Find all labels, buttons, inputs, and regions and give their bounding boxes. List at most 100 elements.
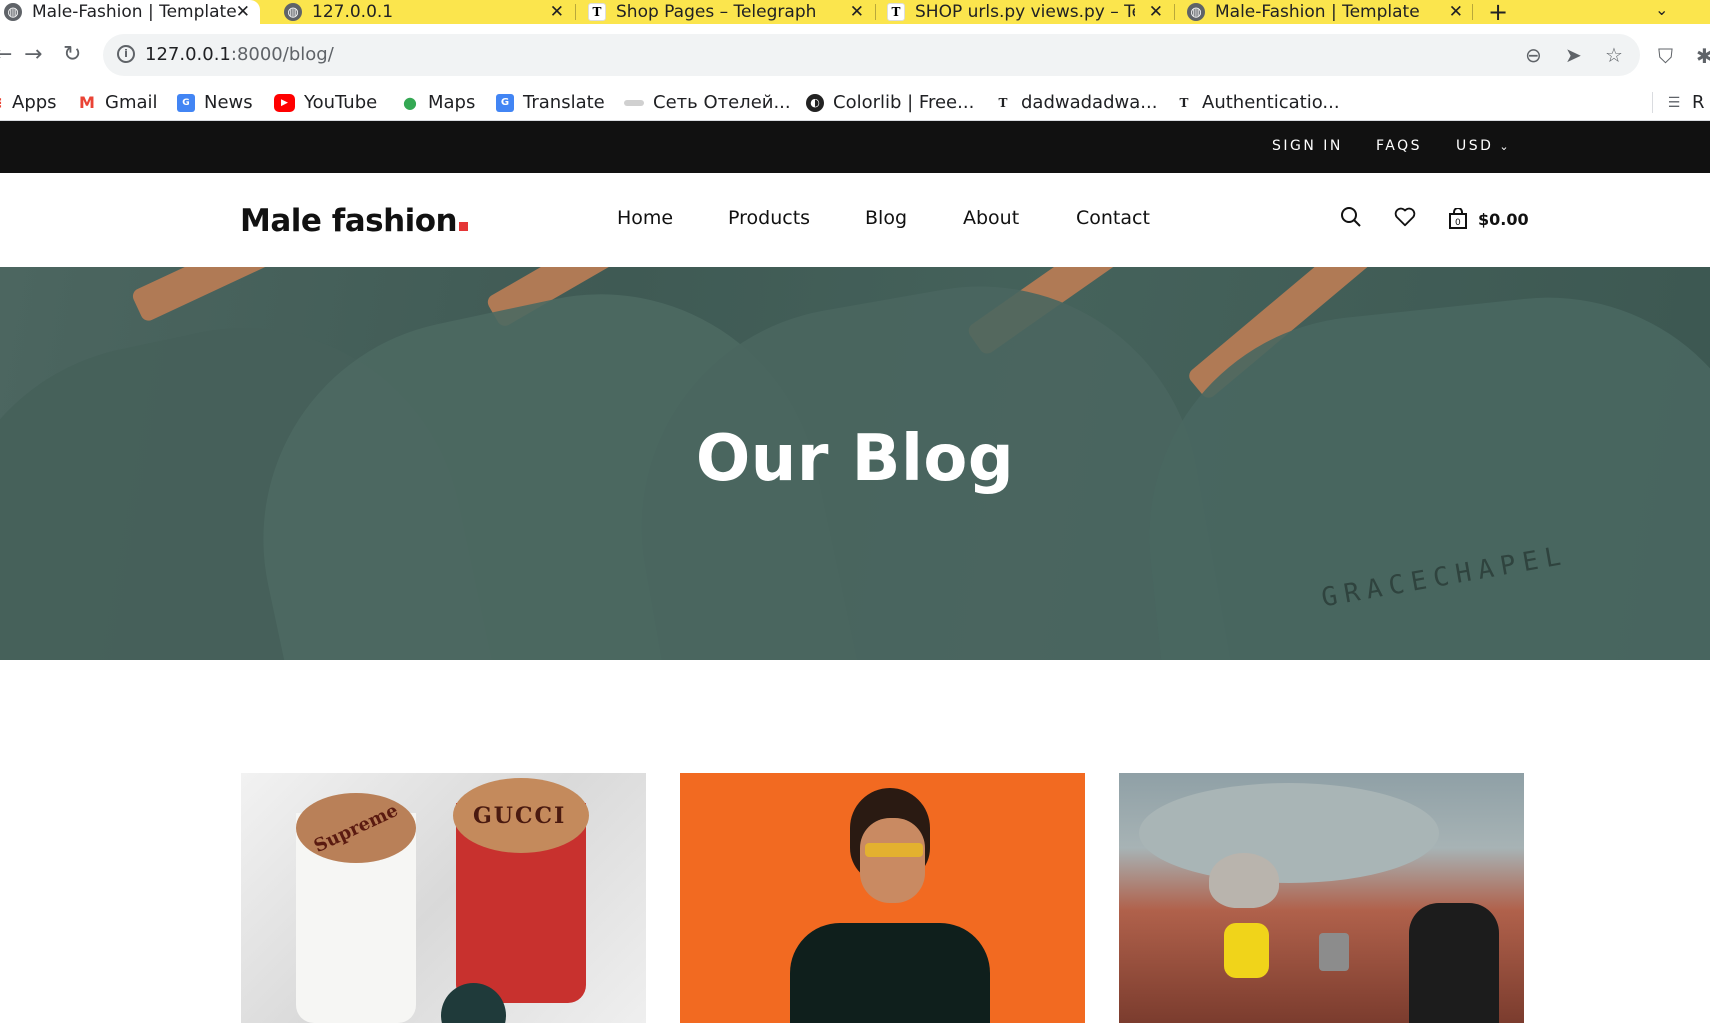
tab-title: Male-Fashion | Template [1215,2,1420,22]
send-icon[interactable]: ➤ [1565,43,1582,67]
bookmark-gmail[interactable]: M Gmail [78,92,158,113]
blog-card-image[interactable] [1119,773,1524,1023]
cart-count: 0 [1455,218,1461,228]
back-icon[interactable]: ← [0,42,12,67]
hanger-shape [130,267,290,324]
bookmark-label: Gmail [105,92,158,113]
info-icon[interactable]: i [117,45,135,63]
reading-list-icon: ☰ [1667,94,1681,111]
bookmark-dadwada[interactable]: T dadwadadwa... [994,92,1158,113]
menu-item-about[interactable]: About [963,207,1019,229]
currency-label: USD [1456,138,1494,154]
close-icon[interactable]: ✕ [550,2,564,22]
youtube-icon: ▶ [274,93,295,112]
bookmark-label: Apps [12,92,57,113]
tab-male-fashion[interactable]: ◍ Male-Fashion | Template ✕ [0,0,260,24]
new-tab-button[interactable]: + [1488,0,1508,26]
telegraph-icon: T [588,3,606,21]
reading-list-label: R [1692,92,1705,113]
telegraph-icon: T [887,3,905,21]
heart-icon[interactable] [1394,206,1416,232]
currency-select[interactable]: USD ⌄ [1456,138,1511,154]
chevron-down-icon[interactable]: ⌄ [1655,0,1668,19]
boot-shape [1409,903,1499,1023]
gmail-icon: M [79,93,95,112]
bookmark-colorlib[interactable]: ◐ Colorlib | Free... [806,92,974,113]
url-host: 127.0.0.1 [145,44,231,65]
tab-shop-pages[interactable]: T Shop Pages – Telegraph ✕ [588,0,874,24]
sign-in-link[interactable]: SIGN IN [1272,138,1343,154]
blog-card-image[interactable]: Supreme GUCCI [241,773,646,1023]
kettle-shape [1209,853,1279,908]
bookmark-apps[interactable]: ⋮ Apps [0,92,57,113]
bookmark-label: Authenticatio... [1202,92,1340,113]
faqs-link[interactable]: FAQS [1376,138,1422,154]
menu-item-products[interactable]: Products [728,207,810,229]
tab-separator [875,4,876,20]
close-icon[interactable]: ✕ [1449,2,1463,22]
hotel-icon [624,99,644,106]
bookmark-authentication[interactable]: T Authenticatio... [1175,92,1340,113]
browser-toolbar: ← → ↻ i 127.0.0.1:8000/blog/ ⊖ ➤ ☆ ⛉ ✱ [0,24,1710,88]
browser-tab-strip: ◍ Male-Fashion | Template ✕ ◍ 127.0.0.1 … [0,0,1710,26]
close-icon[interactable]: ✕ [236,2,250,22]
search-icon[interactable] [1340,206,1362,232]
bookmark-label: dadwadadwa... [1021,92,1158,113]
bookmark-maps[interactable]: ● Maps [401,92,475,113]
address-url[interactable]: 127.0.0.1:8000/blog/ [145,44,334,65]
translate-icon: G [496,93,514,112]
tab-title: Male-Fashion | Template [32,2,237,22]
page-title: Our Blog [695,422,1015,496]
face-shape [860,818,925,903]
colorlib-icon: ◐ [806,93,824,112]
bookmark-label: Colorlib | Free... [833,92,975,113]
tab-localhost[interactable]: ◍ 127.0.0.1 ✕ [284,0,574,24]
menu-item-blog[interactable]: Blog [865,207,907,229]
water-shape [1139,783,1439,883]
site-logo[interactable]: Male fashion [240,203,469,239]
chevron-down-icon: ⌄ [1499,140,1512,153]
apps-grid-icon: ⋮ [0,95,6,110]
tab-shop-urls[interactable]: T SHOP urls.py views.py – Te ✕ [887,0,1173,24]
bookmark-translate[interactable]: G Translate [496,92,605,113]
close-icon[interactable]: ✕ [850,2,864,22]
reading-list[interactable]: ☰ R [1652,92,1705,113]
shirt-shape [790,923,990,1023]
extension-shield-icon[interactable]: ⛉ [1658,44,1673,68]
cup-label: GUCCI [473,803,567,829]
tab-male-fashion-2[interactable]: ◍ Male-Fashion | Template ✕ [1187,0,1473,24]
globe-icon: ◍ [284,3,302,21]
telegraph-icon: T [998,95,1008,110]
cart-total[interactable]: $0.00 [1478,210,1529,229]
puzzle-icon[interactable]: ✱ [1696,44,1710,68]
bookmark-news[interactable]: G News [177,92,253,113]
maps-icon: ● [403,93,417,112]
reload-icon[interactable]: ↻ [63,42,81,67]
blog-card-image[interactable] [680,773,1085,1023]
globe-icon: ◍ [1187,3,1205,21]
zoom-icon[interactable]: ⊖ [1525,43,1542,67]
mug-shape [1319,933,1349,971]
tab-separator [575,4,576,20]
star-icon[interactable]: ☆ [1605,43,1623,67]
bookmark-hotels[interactable]: Сеть Отелей... [624,92,791,113]
shopping-bag-icon[interactable]: 0 [1447,207,1469,234]
stove-shape [1224,923,1269,978]
logo-text: Male fashion [240,203,458,239]
tab-title: 127.0.0.1 [312,2,394,22]
sunglasses-shape [865,843,923,857]
bookmark-label: YouTube [304,92,378,113]
site-top-bar: SIGN IN FAQS USD ⌄ [0,121,1710,173]
bookmark-youtube[interactable]: ▶ YouTube [274,92,377,113]
url-path: :8000/blog/ [230,44,334,65]
tab-title: SHOP urls.py views.py – Te [915,2,1135,22]
tab-separator [1472,4,1473,20]
menu-item-home[interactable]: Home [617,207,673,229]
menu-item-contact[interactable]: Contact [1076,207,1150,229]
address-bar[interactable]: i 127.0.0.1:8000/blog/ ⊖ ➤ ☆ [103,34,1640,76]
hero-banner: GRACECHAPEL Our Blog [0,267,1710,660]
close-icon[interactable]: ✕ [1149,2,1163,22]
forward-icon[interactable]: → [24,42,42,67]
news-icon: G [177,93,195,112]
bookmarks-bar: ⋮ Apps M Gmail G News ▶ YouTube ● Maps G… [0,88,1710,121]
